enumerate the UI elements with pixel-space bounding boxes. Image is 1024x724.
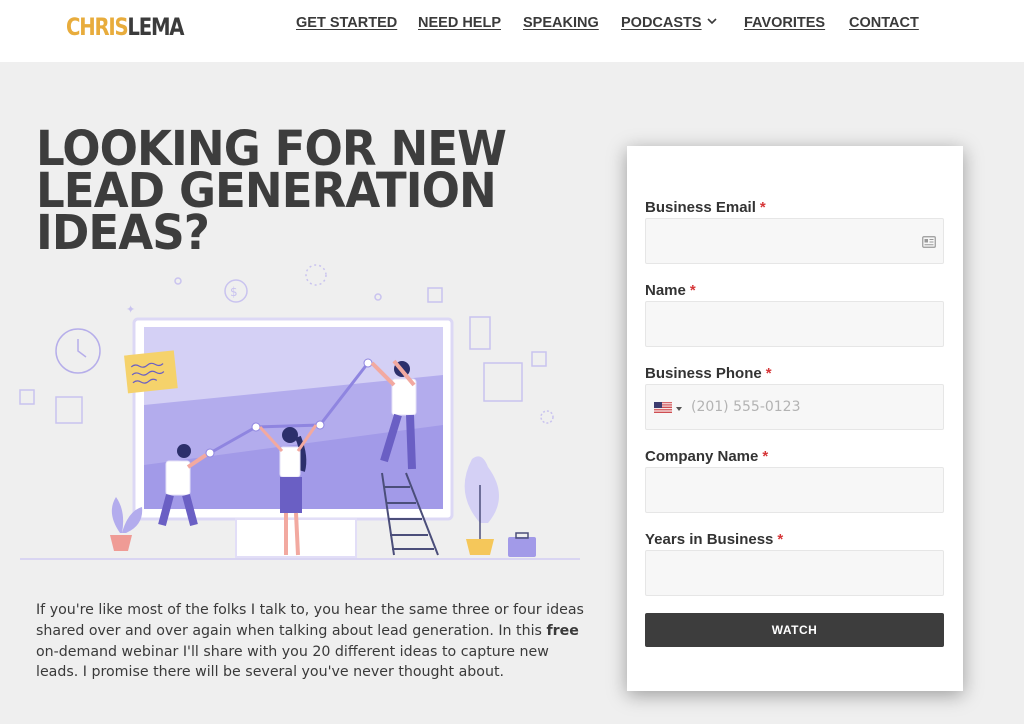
- caret-down-icon[interactable]: [676, 407, 682, 411]
- years-in-business-input[interactable]: [646, 551, 943, 595]
- nav-get-started[interactable]: GET STARTED: [296, 15, 397, 31]
- business-email-field-wrap: [645, 218, 944, 264]
- business-phone-input[interactable]: [646, 385, 943, 429]
- company-name-label: Company Name *: [645, 448, 768, 465]
- years-in-business-field-wrap: [645, 550, 944, 596]
- name-input[interactable]: [646, 302, 943, 346]
- nav-favorites[interactable]: FAVORITES: [744, 15, 825, 31]
- svg-text:✦: ✦: [126, 303, 135, 316]
- briefcase-icon: [508, 532, 536, 557]
- label-text: Name: [645, 282, 686, 299]
- deco-square: [19, 389, 35, 405]
- nav-need-help[interactable]: NEED HELP: [418, 15, 501, 31]
- company-name-input[interactable]: [646, 468, 943, 512]
- page-title: LOOKING FOR NEW LEAD GENERATION IDEAS?: [36, 125, 556, 261]
- name-label: Name *: [645, 282, 696, 299]
- deco-square: [483, 362, 523, 402]
- title-line-3: IDEAS?: [36, 205, 210, 261]
- us-flag-icon[interactable]: [654, 402, 672, 413]
- nav-speaking[interactable]: SPEAKING: [523, 15, 599, 31]
- required-marker: *: [759, 199, 766, 216]
- name-field-wrap: [645, 301, 944, 347]
- chevron-down-icon[interactable]: [706, 16, 718, 26]
- label-text: Company Name: [645, 448, 759, 465]
- label-text: Business Phone: [645, 365, 762, 382]
- required-marker: *: [765, 365, 772, 382]
- main-nav: GET STARTED NEED HELP SPEAKING PODCASTS …: [0, 15, 1024, 35]
- intro-line: If you're like most of the folks I talk …: [36, 602, 584, 618]
- deco-rect: [469, 316, 491, 350]
- watch-button[interactable]: WATCH: [645, 613, 944, 647]
- svg-text:$: $: [230, 285, 238, 299]
- required-marker: *: [689, 282, 696, 299]
- contact-card-icon[interactable]: [922, 236, 936, 248]
- deco-square: [531, 351, 547, 367]
- intro-line: leads. I promise there will be several y…: [36, 664, 505, 681]
- years-in-business-label: Years in Business *: [645, 531, 783, 548]
- required-marker: *: [762, 448, 769, 465]
- sticky-note: [124, 350, 178, 394]
- hero-illustration: $ ✦: [19, 264, 580, 560]
- deco-square: [427, 287, 443, 303]
- nav-podcasts[interactable]: PODCASTS: [621, 15, 702, 31]
- plant-right: [464, 456, 499, 555]
- label-text: Business Email: [645, 199, 756, 216]
- deco-square: [55, 396, 83, 424]
- business-email-label: Business Email *: [645, 199, 766, 216]
- intro-text: shared over and over again when talking …: [36, 622, 547, 639]
- nav-contact[interactable]: CONTACT: [849, 15, 919, 31]
- required-marker: *: [777, 531, 784, 548]
- free-emphasis: free: [546, 622, 579, 639]
- intro-line: on-demand webinar I'll share with you 20…: [36, 643, 549, 660]
- intro-paragraph: If you're like most of the folks I talk …: [36, 600, 584, 683]
- site-header: CHRISLEMA GET STARTED NEED HELP SPEAKING…: [0, 0, 1024, 62]
- company-name-field-wrap: [645, 467, 944, 513]
- business-email-input[interactable]: [646, 219, 943, 263]
- business-phone-label: Business Phone *: [645, 365, 772, 382]
- intro-line: shared over and over again when talking …: [36, 621, 579, 642]
- business-phone-field-wrap: [645, 384, 944, 430]
- label-text: Years in Business: [645, 531, 774, 548]
- webinar-signup-form: Business Email* Name* Business Phone* Co…: [627, 146, 963, 691]
